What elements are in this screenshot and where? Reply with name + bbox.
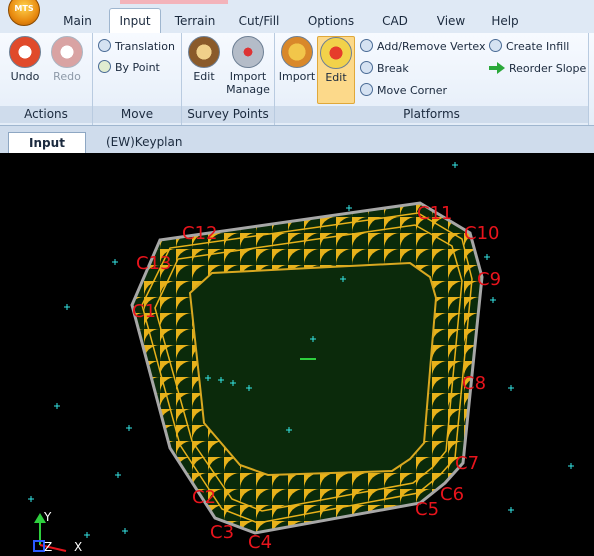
platform-import-icon — [281, 36, 313, 68]
undo-button[interactable]: Undo — [6, 36, 44, 83]
move-corner-button[interactable]: Move Corner — [360, 83, 447, 99]
axis-y-label: Y — [44, 510, 52, 524]
green-arrow-icon — [489, 62, 505, 74]
redo-button[interactable]: Redo — [48, 36, 86, 83]
corner-label-c11[interactable]: C11 — [417, 205, 452, 223]
move-corner-icon — [360, 83, 373, 96]
corner-label-c4[interactable]: C4 — [248, 534, 272, 552]
move-corner-label: Move Corner — [377, 84, 447, 97]
break-label: Break — [377, 62, 409, 75]
undo-icon — [9, 36, 41, 68]
tab-cut-fill[interactable]: Cut/Fill — [226, 10, 292, 32]
corner-label-c2[interactable]: C2 — [192, 489, 216, 507]
platform-drawing — [28, 162, 574, 552]
break-button[interactable]: Break — [360, 61, 409, 77]
tab-help[interactable]: Help — [484, 10, 526, 32]
survey-edit-button[interactable]: Edit — [187, 36, 221, 83]
create-infill-icon — [489, 39, 502, 52]
undo-label: Undo — [10, 70, 40, 83]
corner-label-c1[interactable]: C1 — [132, 303, 156, 321]
corner-label-c3[interactable]: C3 — [210, 524, 234, 542]
by-point-icon — [98, 60, 111, 73]
move-group-label: Move — [93, 106, 181, 123]
by-point-button[interactable]: By Point — [98, 60, 160, 76]
platform-edit-button[interactable]: Edit — [317, 36, 355, 104]
translation-icon — [98, 39, 111, 52]
actions-group: Undo Redo Actions — [0, 33, 93, 125]
corner-label-c5[interactable]: C5 — [415, 501, 439, 519]
corner-label-c10[interactable]: C10 — [464, 225, 499, 243]
create-infill-button[interactable]: Create Infill — [489, 39, 569, 55]
tab-cad[interactable]: CAD — [374, 10, 416, 32]
corner-label-c12[interactable]: C12 — [182, 225, 217, 243]
app-menu-button[interactable]: MTS — [8, 0, 40, 26]
reorder-slope-label: Reorder Slope — [509, 62, 587, 75]
actions-group-label: Actions — [0, 106, 92, 123]
platform-pad[interactable] — [188, 261, 438, 477]
corner-label-c9[interactable]: C9 — [477, 271, 501, 289]
redo-icon — [51, 36, 83, 68]
platform-center-marker — [300, 358, 316, 360]
drawing-canvas[interactable]: Y Z X C1 C2 C3 C4 C5 C6 C7 C8 C9 C10 C11… — [0, 153, 594, 554]
platform-import-button[interactable]: Import — [278, 36, 316, 83]
tab-options[interactable]: Options — [300, 10, 362, 32]
survey-points-group-label: Survey Points — [182, 106, 274, 123]
redo-label: Redo — [53, 70, 81, 83]
add-remove-vertex-icon — [360, 39, 373, 52]
platforms-group-label: Platforms — [275, 106, 588, 123]
survey-points-group: Edit Import Manage Survey Points — [182, 33, 275, 125]
doc-tab-input[interactable]: Input — [8, 132, 86, 154]
import-manage-button[interactable]: Import Manage — [225, 36, 271, 96]
app-window: MTS Main Input Terrain Cut/Fill Options … — [0, 0, 594, 554]
import-manage-label-2: Manage — [226, 83, 270, 96]
platform-import-label: Import — [278, 70, 316, 83]
survey-edit-label: Edit — [193, 70, 215, 83]
add-remove-vertex-button[interactable]: Add/Remove Vertex — [360, 39, 486, 55]
corner-label-c8[interactable]: C8 — [462, 375, 486, 393]
platform-edit-label: Edit — [325, 71, 347, 84]
add-remove-vertex-label: Add/Remove Vertex — [377, 40, 486, 53]
tab-main[interactable]: Main — [50, 10, 105, 32]
corner-label-c13[interactable]: C13 — [136, 255, 171, 273]
doc-tab-keyplan[interactable]: (EW)Keyplan — [106, 132, 196, 153]
translation-button[interactable]: Translation — [98, 39, 175, 55]
break-icon — [360, 61, 373, 74]
corner-label-c7[interactable]: C7 — [455, 455, 479, 473]
document-tab-strip: Input (EW)Keyplan — [0, 126, 594, 154]
tab-terrain[interactable]: Terrain — [168, 10, 222, 32]
ribbon-tab-strip: MTS Main Input Terrain Cut/Fill Options … — [0, 0, 594, 34]
platforms-group: Import Edit Add/Remove Vertex Break Move… — [275, 33, 589, 125]
tab-input[interactable]: Input — [109, 8, 161, 34]
create-infill-label: Create Infill — [506, 40, 570, 53]
axis-x-label: X — [74, 540, 83, 554]
import-manage-label-1: Import — [229, 70, 267, 83]
platform-edit-icon — [320, 37, 352, 69]
title-bar-strip — [120, 0, 228, 4]
pencil-icon — [188, 36, 220, 68]
wrench-icon — [232, 36, 264, 68]
ribbon-panel: Undo Redo Actions Translation By Point M… — [0, 33, 594, 126]
tab-view[interactable]: View — [428, 10, 474, 32]
move-group: Translation By Point Move — [93, 33, 182, 125]
by-point-label: By Point — [115, 61, 160, 74]
axis-z-label: Z — [44, 540, 53, 554]
translation-label: Translation — [115, 40, 175, 53]
reorder-slope-button[interactable]: Reorder Slope — [489, 61, 586, 77]
app-logo-text: MTS — [14, 4, 34, 13]
corner-label-c6[interactable]: C6 — [440, 486, 464, 504]
